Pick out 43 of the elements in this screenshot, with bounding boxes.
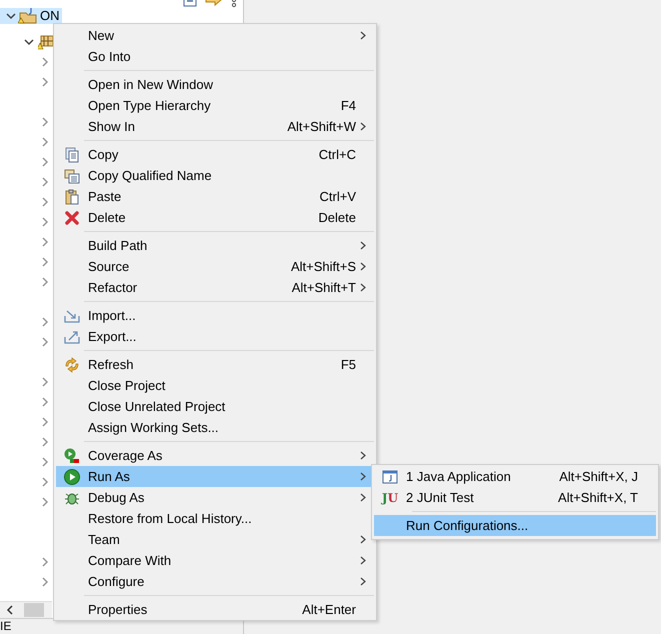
shortcut-text: Ctrl+V	[320, 189, 356, 204]
shortcut-text: F4	[340, 98, 356, 113]
menu-item-label: Close Project	[88, 378, 166, 393]
menu-item-label: 1 Java Application	[406, 469, 511, 484]
shortcut-text: Alt+Enter	[302, 602, 356, 617]
menu-item-label: Delete	[88, 210, 126, 225]
shortcut-text: Alt+Shift+X, J	[559, 469, 638, 484]
menu-item-label: Compare With	[88, 553, 172, 568]
menu-item-label: Copy	[88, 147, 118, 162]
shortcut-text: F5	[340, 357, 356, 372]
menu-item-label: Show In	[88, 119, 135, 134]
menu-item-label: New	[88, 28, 114, 43]
menu-item-label: Coverage As	[88, 448, 162, 463]
menu-item-label: Refactor	[88, 280, 138, 295]
menu-item-label: Assign Working Sets...	[88, 420, 219, 435]
menu-item-label: Go Into	[88, 49, 131, 64]
shortcut-text: Alt+Shift+X, T	[558, 490, 638, 505]
menu-item-label: Export...	[88, 329, 136, 344]
menu-item-label: Close Unrelated Project	[88, 399, 226, 414]
menu-item-label: Configure	[88, 574, 144, 589]
menu-item-label: Refresh	[88, 357, 134, 372]
menu-item-label: Properties	[88, 602, 148, 617]
menu-item-label: Open Type Hierarchy	[88, 98, 211, 113]
shortcut-text: Alt+Shift+S	[290, 259, 356, 274]
status-text: IE	[0, 619, 12, 633]
junit-icon: JU	[382, 490, 398, 504]
menu-item-label: Run As	[88, 469, 130, 484]
shortcut-text: Delete	[318, 210, 356, 225]
menu-item-label: Paste	[88, 189, 122, 204]
menu-item-label: Open in New Window	[88, 77, 213, 92]
menu-item-label: Build Path	[88, 238, 148, 253]
menu-item-label: 2 JUnit Test	[406, 490, 474, 505]
project-name: ON	[40, 9, 60, 23]
shortcut-text: Alt+Shift+W	[287, 119, 356, 134]
menu-item-label: Restore from Local History...	[88, 511, 252, 526]
menu-item-label: Source	[88, 259, 130, 274]
shortcut-text: Ctrl+C	[318, 147, 356, 162]
menu-item-label: Team	[88, 532, 120, 547]
menu-item-label: Run Configurations...	[406, 518, 528, 533]
menu-item-label: Debug As	[88, 490, 144, 505]
shortcut-text: Alt+Shift+T	[292, 280, 356, 295]
menu-item-label: Copy Qualified Name	[88, 168, 212, 183]
menu-item-label: Import...	[88, 308, 136, 323]
